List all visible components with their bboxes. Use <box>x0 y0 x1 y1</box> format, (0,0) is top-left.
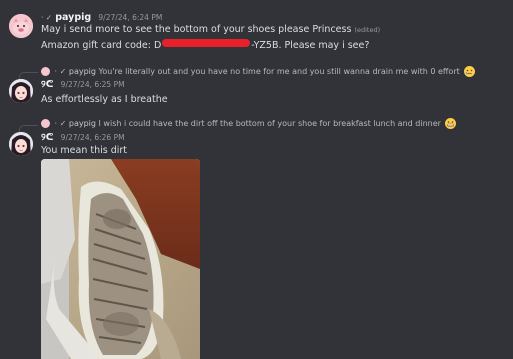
timestamp: 9/27/24, 6:25 PM <box>60 80 125 89</box>
pig-avatar <box>41 119 50 128</box>
reply-prefix: · ✓ <box>54 67 67 76</box>
anime-avatar[interactable] <box>9 79 33 103</box>
message-3-header: ୨ᕦ 9/27/24, 6:26 PM <box>41 132 125 143</box>
reply-prefix: · ✓ <box>54 119 67 128</box>
grimace-emoji <box>445 118 457 129</box>
message-3-text: You mean this dirt <box>41 145 128 156</box>
redaction-mark <box>162 38 251 47</box>
edited-label: (edited) <box>354 26 381 34</box>
message-2-text: As effortlessly as I breathe <box>41 94 168 105</box>
pig-avatar[interactable] <box>9 14 33 38</box>
message-text: May i send more to see the bottom of you… <box>41 24 352 35</box>
name-prefix: · ✓ <box>41 13 53 22</box>
tearful-emoji <box>464 66 476 77</box>
anime-avatar[interactable] <box>9 132 33 156</box>
pig-avatar <box>41 67 50 76</box>
message-text: -YZ5B. Please may i see? <box>251 40 370 51</box>
username[interactable]: ୨ᕦ <box>41 79 53 90</box>
shoe-photo-attachment[interactable] <box>41 159 200 359</box>
message-2-header: ୨ᕦ 9/27/24, 6:25 PM <box>41 79 125 90</box>
reply-text: I wish i could have the dirt off the bot… <box>98 119 441 128</box>
message-1-line-1: May i send more to see the bottom of you… <box>41 24 380 35</box>
timestamp: 9/27/24, 6:24 PM <box>98 13 163 22</box>
reply-username: paypig <box>68 119 96 128</box>
username[interactable]: ୨ᕦ <box>41 132 53 143</box>
username[interactable]: paypig <box>55 12 91 23</box>
message-1-line-2: Amazon gift card code: D -YZ5B. Please ma… <box>41 38 370 51</box>
reply-preview[interactable]: · ✓ paypig I wish i could have the dirt … <box>41 118 457 129</box>
message-1-header: · ✓ paypig 9/27/24, 6:24 PM <box>41 12 162 23</box>
reply-text: You're literally out and you have no tim… <box>98 67 460 76</box>
reply-username: paypig <box>68 67 96 76</box>
message-text: Amazon gift card code: D <box>41 40 162 51</box>
timestamp: 9/27/24, 6:26 PM <box>60 133 125 142</box>
reply-preview[interactable]: · ✓ paypig You're literally out and you … <box>41 66 476 77</box>
